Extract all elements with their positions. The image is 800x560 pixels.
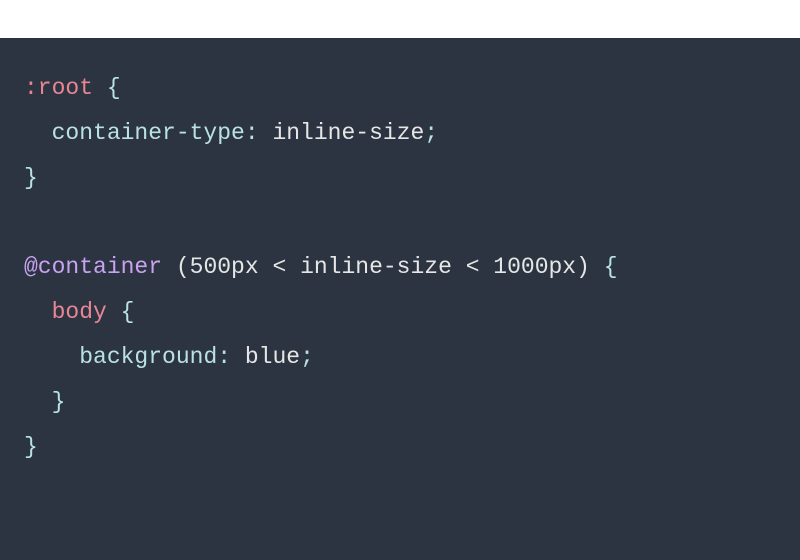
brace-close: } [24,165,38,191]
code-line-9: } [24,425,776,470]
indent [24,344,79,370]
value-blue: blue [245,344,300,370]
brace-close: } [24,434,38,460]
brace-open: { [93,75,121,101]
colon: : [245,120,273,146]
code-line-4 [24,201,776,246]
blank-line [24,210,38,236]
semicolon: ; [300,344,314,370]
selector-root: :root [24,75,93,101]
property-background: background [79,344,217,370]
code-line-8: } [24,380,776,425]
property-container-type: container-type [52,120,245,146]
brace-open: { [590,254,618,280]
container-condition: (500px < inline-size < 1000px) [176,254,590,280]
semicolon: ; [424,120,438,146]
at-rule-container: @container [24,254,162,280]
indent [24,120,52,146]
code-line-7: background: blue; [24,335,776,380]
colon: : [217,344,245,370]
code-line-1: :root { [24,66,776,111]
space [162,254,176,280]
selector-body: body [52,299,107,325]
brace-open: { [107,299,135,325]
indent [24,389,52,415]
top-whitespace [0,0,800,38]
value-inline-size: inline-size [272,120,424,146]
code-line-2: container-type: inline-size; [24,111,776,156]
code-line-5: @container (500px < inline-size < 1000px… [24,245,776,290]
indent [24,299,52,325]
code-line-3: } [24,156,776,201]
code-block: :root { container-type: inline-size; } @… [0,38,800,560]
brace-close: } [52,389,66,415]
code-line-6: body { [24,290,776,335]
